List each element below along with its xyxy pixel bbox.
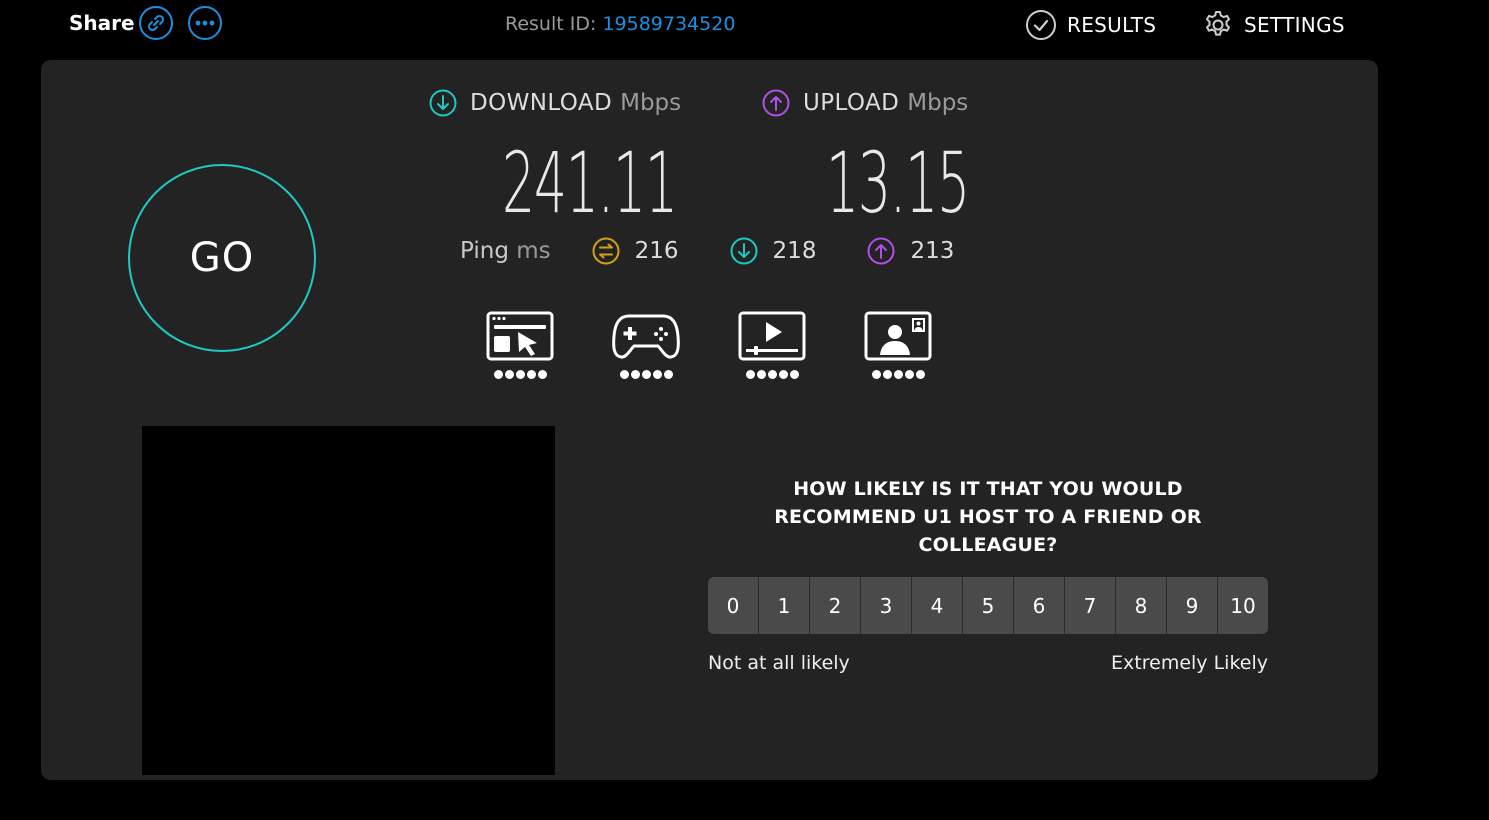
ad-placeholder bbox=[142, 426, 555, 775]
rating-option-7[interactable]: 7 bbox=[1065, 577, 1116, 634]
recommend-survey: HOW LIKELY IS IT THAT YOU WOULD RECOMMEN… bbox=[708, 475, 1268, 674]
idle-latency-icon bbox=[592, 237, 620, 265]
rating-option-9[interactable]: 9 bbox=[1167, 577, 1218, 634]
download-latency-icon bbox=[730, 237, 758, 265]
results-nav-button[interactable]: RESULTS bbox=[1025, 9, 1156, 41]
gaming-controller-icon bbox=[612, 314, 680, 359]
video-chat-rating-dots bbox=[863, 370, 933, 379]
rating-scale: 0 1 2 3 4 5 6 7 8 9 10 bbox=[708, 577, 1268, 634]
ping-label: Ping ms bbox=[460, 238, 551, 264]
rating-option-2[interactable]: 2 bbox=[810, 577, 861, 634]
scale-high-label: Extremely Likely bbox=[1111, 652, 1268, 674]
gaming-rating[interactable] bbox=[611, 310, 681, 379]
upload-label: UPLOAD bbox=[803, 90, 900, 116]
ping-idle: 216 bbox=[591, 236, 679, 266]
download-value: 241.11 bbox=[502, 134, 678, 232]
settings-label: SETTINGS bbox=[1244, 13, 1345, 37]
survey-question: HOW LIKELY IS IT THAT YOU WOULD RECOMMEN… bbox=[774, 478, 1202, 556]
download-label: DOWNLOAD bbox=[470, 90, 613, 116]
ping-upload: 213 bbox=[866, 236, 954, 266]
ping-title: Ping bbox=[460, 238, 509, 264]
gear-icon bbox=[1206, 11, 1230, 36]
rating-option-3[interactable]: 3 bbox=[861, 577, 912, 634]
video-streaming-rating[interactable] bbox=[737, 310, 807, 379]
upload-value: 13.15 bbox=[826, 134, 970, 232]
upload-metric: UPLOAD Mbps 13.15 bbox=[761, 88, 970, 232]
ping-row: Ping ms 216 218 213 bbox=[460, 236, 1004, 266]
rating-option-0[interactable]: 0 bbox=[708, 577, 759, 634]
ping-download-value: 218 bbox=[772, 238, 817, 264]
download-metric: DOWNLOAD Mbps 241.11 bbox=[428, 88, 682, 232]
upload-unit: Mbps bbox=[907, 90, 969, 116]
copy-link-button[interactable] bbox=[139, 6, 173, 40]
ping-unit: ms bbox=[516, 238, 551, 264]
results-label: RESULTS bbox=[1067, 13, 1157, 37]
ping-download: 218 bbox=[729, 236, 817, 266]
rating-option-1[interactable]: 1 bbox=[759, 577, 810, 634]
ping-upload-value: 213 bbox=[910, 238, 955, 264]
more-options-button[interactable] bbox=[188, 6, 222, 40]
go-button[interactable]: GO bbox=[128, 164, 316, 352]
video-streaming-rating-dots bbox=[737, 370, 807, 379]
rating-option-4[interactable]: 4 bbox=[912, 577, 963, 634]
rating-option-10[interactable]: 10 bbox=[1218, 577, 1268, 634]
result-id-link[interactable]: 19589734520 bbox=[602, 13, 735, 35]
result-id: Result ID: 19589734520 bbox=[505, 13, 735, 35]
top-bar: Share Result ID: 19589734520 RESULTS SET… bbox=[0, 0, 1489, 50]
upload-latency-icon bbox=[867, 237, 895, 265]
checkmark-circle-icon bbox=[1026, 10, 1056, 40]
video-call-icon bbox=[864, 311, 932, 361]
gaming-rating-dots bbox=[611, 370, 681, 379]
download-arrow-icon bbox=[429, 89, 457, 117]
upload-arrow-icon bbox=[762, 89, 790, 117]
download-unit: Mbps bbox=[620, 90, 682, 116]
scale-low-label: Not at all likely bbox=[708, 652, 850, 674]
settings-nav-button[interactable]: SETTINGS bbox=[1202, 9, 1345, 41]
ping-idle-value: 216 bbox=[634, 238, 679, 264]
rating-option-5[interactable]: 5 bbox=[963, 577, 1014, 634]
web-browsing-rating[interactable] bbox=[485, 310, 555, 379]
result-id-label: Result ID: bbox=[505, 13, 597, 35]
scale-labels: Not at all likely Extremely Likely bbox=[708, 652, 1268, 674]
web-browsing-rating-dots bbox=[485, 370, 555, 379]
share-label: Share bbox=[69, 11, 135, 35]
video-chat-rating[interactable] bbox=[863, 310, 933, 379]
rating-option-6[interactable]: 6 bbox=[1014, 577, 1065, 634]
link-icon bbox=[147, 14, 165, 32]
video-play-icon bbox=[738, 311, 806, 361]
rating-option-8[interactable]: 8 bbox=[1116, 577, 1167, 634]
speedtest-panel: GO DOWNLOAD Mbps 241.11 UPLOAD Mbps 13.1… bbox=[41, 60, 1378, 780]
web-browsing-icon bbox=[486, 311, 554, 361]
more-dots-icon bbox=[195, 20, 215, 26]
